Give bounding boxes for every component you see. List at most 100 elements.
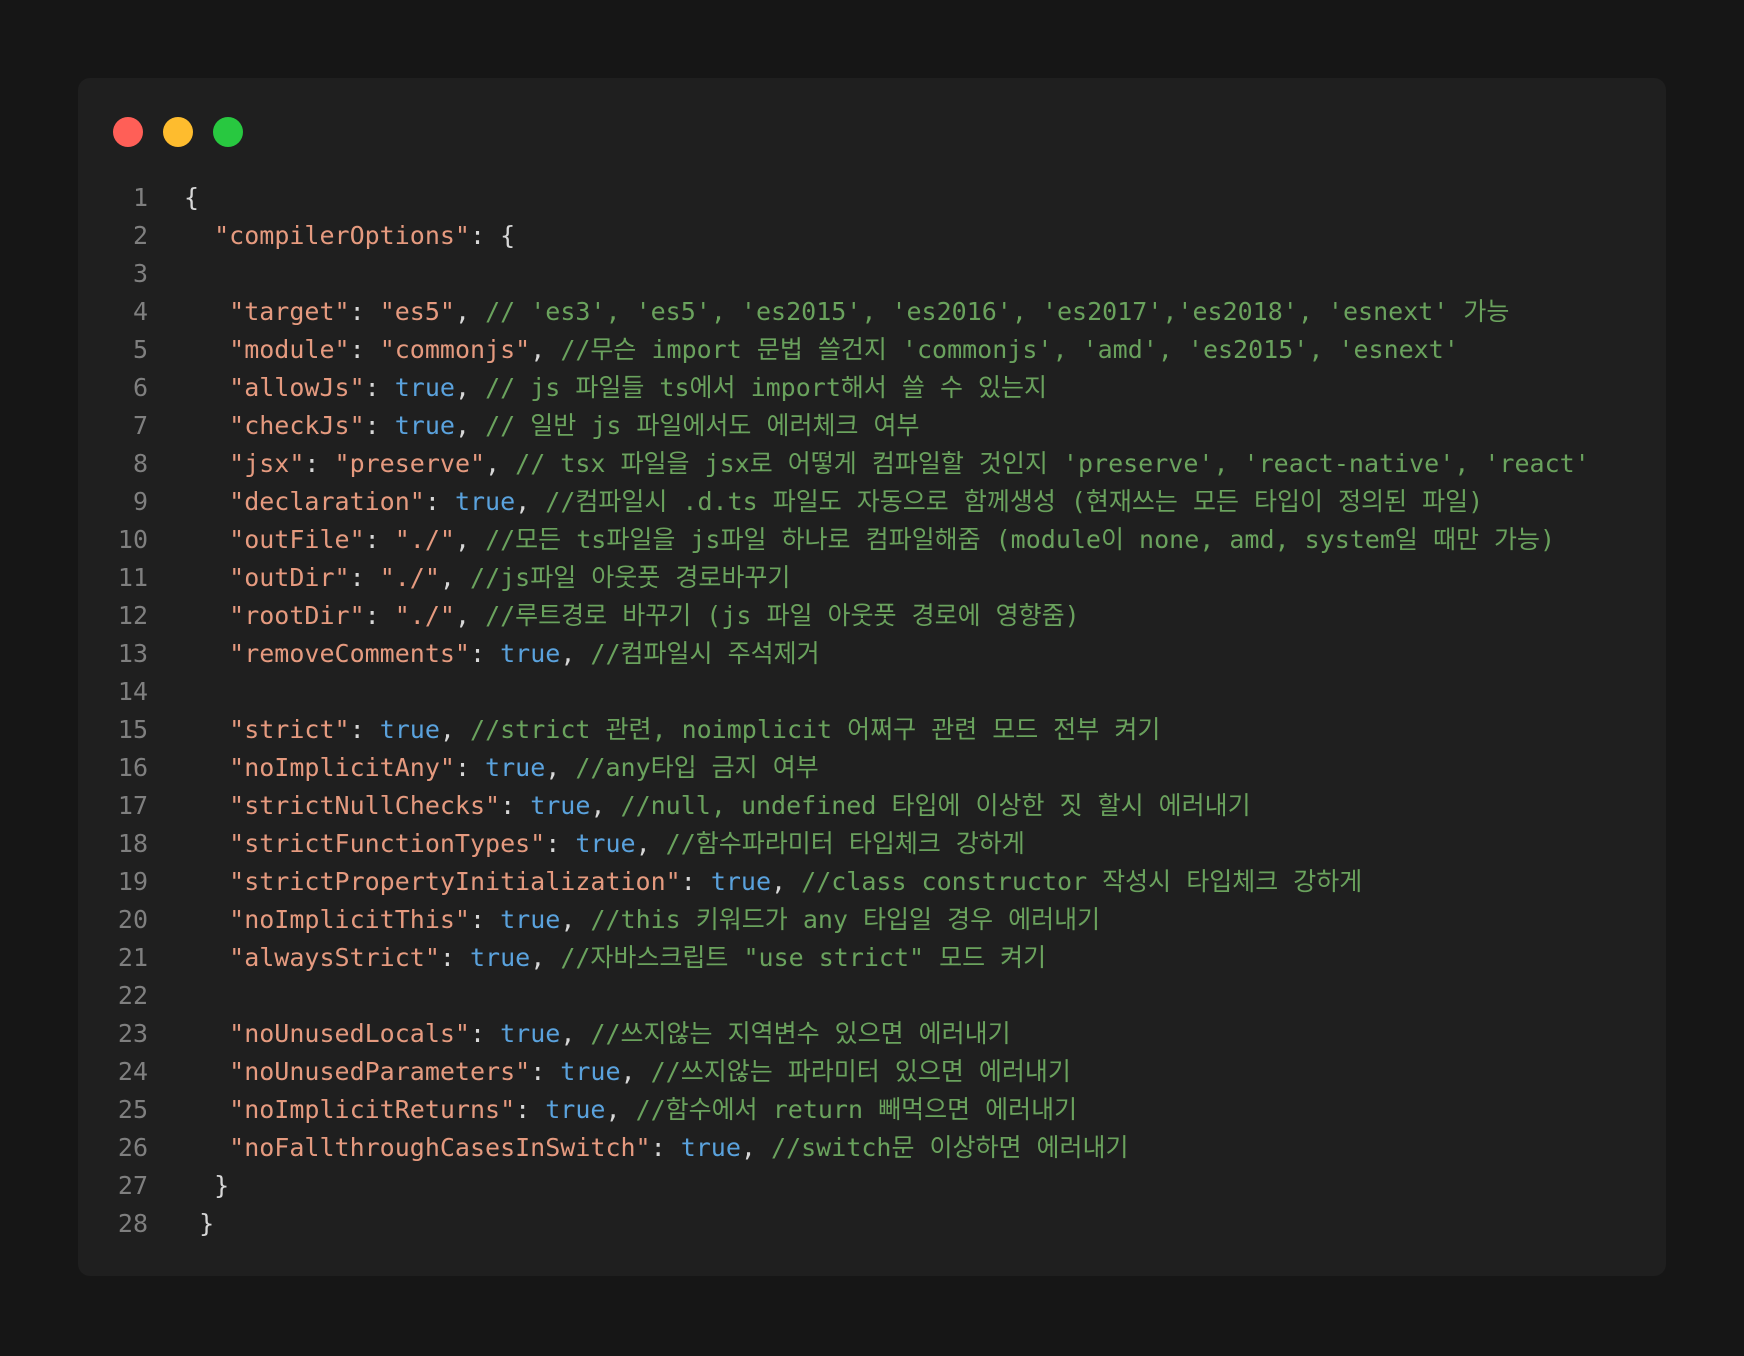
code-line[interactable]: 22: [78, 977, 1666, 1015]
code-line[interactable]: 24 "noUnusedParameters": true, //쓰지않는 파라…: [78, 1053, 1666, 1091]
token-key: "strictPropertyInitialization": [229, 867, 681, 896]
code-line[interactable]: 10 "outFile": "./", //모든 ts파일을 js파일 하나로 …: [78, 521, 1666, 559]
token-key: "noImplicitAny": [229, 753, 455, 782]
code-line[interactable]: 5 "module": "commonjs", //무슨 import 문법 쓸…: [78, 331, 1666, 369]
token-punct: ,: [515, 487, 546, 516]
line-text: }: [184, 1167, 229, 1205]
code-line[interactable]: 15 "strict": true, //strict 관련, noimplic…: [78, 711, 1666, 749]
code-line[interactable]: 17 "strictNullChecks": true, //null, und…: [78, 787, 1666, 825]
token-punct: :: [349, 335, 380, 364]
token-punct: [184, 297, 229, 326]
token-punct: ,: [454, 297, 486, 326]
token-comment: // 'es3', 'es5', 'es2015', 'es2016', 'es…: [485, 297, 1510, 326]
token-comment: //this 키워드가 any 타입일 경우 에러내기: [590, 905, 1101, 934]
line-text: "noFallthroughCasesInSwitch": true, //sw…: [184, 1129, 1128, 1167]
token-comment: //쓰지않는 지역변수 있으면 에러내기: [590, 1019, 1011, 1048]
token-key: "strictFunctionTypes": [229, 829, 546, 858]
code-line[interactable]: 21 "alwaysStrict": true, //자바스크립트 "use s…: [78, 939, 1666, 977]
code-line[interactable]: 23 "noUnusedLocals": true, //쓰지않는 지역변수 있…: [78, 1015, 1666, 1053]
code-line[interactable]: 27 }: [78, 1167, 1666, 1205]
token-punct: ,: [605, 1095, 636, 1124]
token-keyword: true: [575, 829, 636, 858]
line-number: 28: [117, 1209, 148, 1238]
token-key: "allowJs": [229, 373, 365, 402]
line-number: 25: [117, 1095, 148, 1124]
zoom-button[interactable]: [213, 117, 243, 147]
minimize-button[interactable]: [163, 117, 193, 147]
token-key: "checkJs": [229, 411, 365, 440]
token-keyword: true: [500, 1019, 561, 1048]
token-key: "strict": [229, 715, 350, 744]
token-punct: :: [545, 829, 576, 858]
code-line[interactable]: 6 "allowJs": true, // js 파일들 ts에서 import…: [78, 369, 1666, 407]
code-line[interactable]: 1{: [78, 179, 1666, 217]
token-comment: //js파일 아웃풋 경로바꾸기: [470, 563, 791, 592]
code-line[interactable]: 13 "removeComments": true, //컴파일시 주석제거: [78, 635, 1666, 673]
token-punct: [184, 601, 229, 630]
token-punct: ,: [560, 639, 591, 668]
token-punct: [184, 1133, 229, 1162]
code-line[interactable]: 18 "strictFunctionTypes": true, //함수파라미터…: [78, 825, 1666, 863]
code-line[interactable]: 14: [78, 673, 1666, 711]
token-keyword: true: [500, 639, 561, 668]
line-text: "alwaysStrict": true, //자바스크립트 "use stri…: [184, 939, 1046, 977]
token-key: "declaration": [229, 487, 425, 516]
token-keyword: true: [500, 905, 561, 934]
token-punct: :: [424, 487, 455, 516]
code-line[interactable]: 4 "target": "es5", // 'es3', 'es5', 'es2…: [78, 293, 1666, 331]
token-comment: //루트경로 바꾸기 (js 파일 아웃풋 경로에 영향줌): [485, 601, 1080, 630]
code-line[interactable]: 20 "noImplicitThis": true, //this 키워드가 a…: [78, 901, 1666, 939]
line-text: "strict": true, //strict 관련, noimplicit …: [184, 711, 1160, 749]
line-number: 9: [132, 487, 148, 516]
token-comment: //컴파일시 .d.ts 파일도 자동으로 함께생성 (현재쓰는 모든 타입이 …: [545, 487, 1484, 516]
code-editor[interactable]: 1{2 "compilerOptions": {3 4 "target": "es…: [78, 179, 1666, 1243]
line-number: 20: [117, 905, 148, 934]
code-line[interactable]: 9 "declaration": true, //컴파일시 .d.ts 파일도 …: [78, 483, 1666, 521]
line-number: 19: [117, 867, 148, 896]
token-punct: :: [469, 1019, 501, 1048]
token-punct: :: [349, 715, 380, 744]
token-string: "./": [379, 563, 440, 592]
line-text: "outDir": "./", //js파일 아웃풋 경로바꾸기: [184, 559, 790, 597]
token-punct: :: [469, 639, 501, 668]
token-key: "noImplicitReturns": [229, 1095, 516, 1124]
token-punct: [184, 905, 229, 934]
token-punct: [184, 829, 229, 858]
token-keyword: true: [560, 1057, 621, 1086]
token-keyword: true: [394, 411, 455, 440]
code-line[interactable]: 16 "noImplicitAny": true, //any타입 금지 여부: [78, 749, 1666, 787]
line-number: 15: [117, 715, 148, 744]
line-text: "module": "commonjs", //무슨 import 문법 쓸건지…: [184, 331, 1459, 369]
token-punct: [184, 867, 229, 896]
token-string: "./": [394, 601, 455, 630]
token-punct: ,: [454, 525, 486, 554]
line-text: "noImplicitReturns": true, //함수에서 return…: [184, 1091, 1077, 1129]
line-number: 5: [132, 335, 148, 364]
line-number: 14: [117, 677, 148, 706]
line-number: 4: [132, 297, 148, 326]
code-line[interactable]: 11 "outDir": "./", //js파일 아웃풋 경로바꾸기: [78, 559, 1666, 597]
token-punct: ,: [545, 753, 576, 782]
code-line[interactable]: 28 }: [78, 1205, 1666, 1243]
token-key: "noFallthroughCasesInSwitch": [229, 1133, 651, 1162]
token-string: "commonjs": [379, 335, 531, 364]
code-window: 1{2 "compilerOptions": {3 4 "target": "es…: [78, 78, 1666, 1276]
close-button[interactable]: [113, 117, 143, 147]
token-key: "noImplicitThis": [229, 905, 470, 934]
code-line[interactable]: 19 "strictPropertyInitialization": true,…: [78, 863, 1666, 901]
code-line[interactable]: 25 "noImplicitReturns": true, //함수에서 ret…: [78, 1091, 1666, 1129]
token-punct: ,: [560, 1019, 591, 1048]
line-number: 24: [117, 1057, 148, 1086]
line-text: "strictPropertyInitialization": true, //…: [184, 863, 1362, 901]
token-punct: [184, 221, 214, 250]
code-line[interactable]: 12 "rootDir": "./", //루트경로 바꾸기 (js 파일 아웃…: [78, 597, 1666, 635]
token-punct: [184, 1019, 229, 1048]
token-punct: ,: [740, 1133, 772, 1162]
token-string: "./": [394, 525, 455, 554]
code-line[interactable]: 26 "noFallthroughCasesInSwitch": true, /…: [78, 1129, 1666, 1167]
code-line[interactable]: 7 "checkJs": true, // 일반 js 파일에서도 에러체크 여…: [78, 407, 1666, 445]
code-line[interactable]: 2 "compilerOptions": {: [78, 217, 1666, 255]
line-number: 18: [117, 829, 148, 858]
code-line[interactable]: 8 "jsx": "preserve", // tsx 파일을 jsx로 어떻게…: [78, 445, 1666, 483]
code-line[interactable]: 3: [78, 255, 1666, 293]
